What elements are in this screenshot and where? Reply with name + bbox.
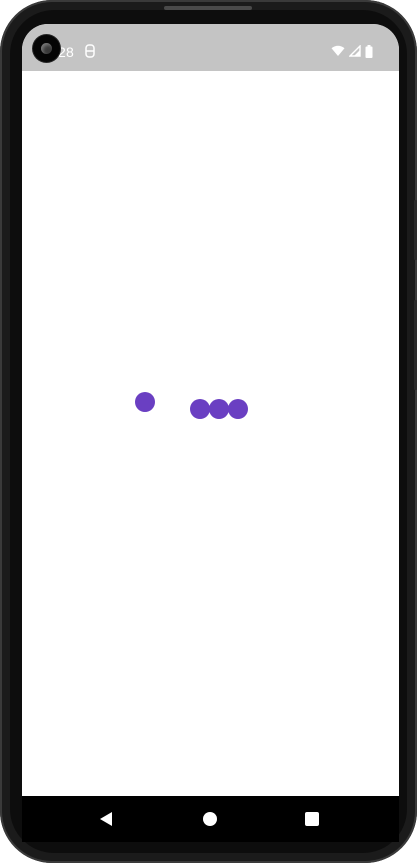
status-time: 28	[58, 44, 74, 60]
loading-dot	[135, 392, 155, 412]
loading-dot	[209, 399, 229, 419]
camera-lens	[41, 43, 52, 54]
loading-dot	[190, 399, 210, 419]
back-button[interactable]	[76, 796, 136, 842]
battery-icon	[365, 44, 373, 58]
recents-icon	[305, 812, 319, 826]
screen: 28	[22, 24, 399, 824]
navigation-bar	[22, 796, 399, 842]
status-bar: 28	[22, 24, 399, 71]
home-button[interactable]	[180, 796, 240, 842]
device-frame: 28	[0, 0, 417, 863]
front-camera	[33, 35, 60, 62]
earpiece-speaker	[164, 6, 252, 10]
notification-icon	[85, 44, 95, 58]
content-area	[22, 71, 399, 796]
recents-button[interactable]	[282, 796, 342, 842]
loading-dot	[228, 399, 248, 419]
back-icon	[100, 812, 112, 826]
home-icon	[203, 812, 217, 826]
status-icons	[331, 44, 373, 58]
wifi-icon	[331, 45, 345, 56]
cellular-signal-icon	[349, 45, 361, 57]
